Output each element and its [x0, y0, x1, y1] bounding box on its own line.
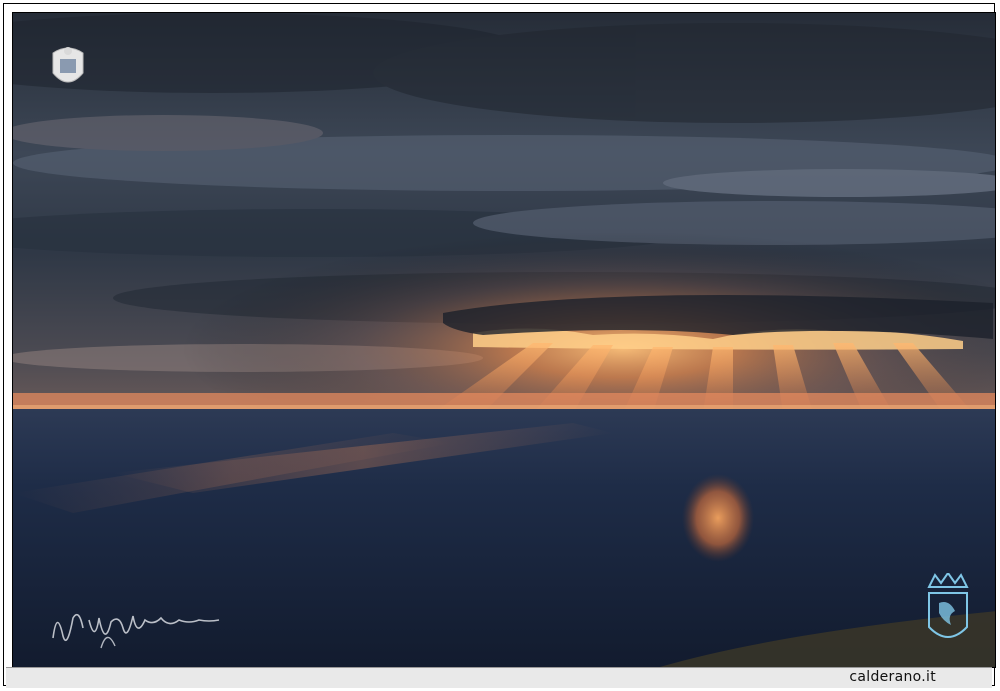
coat-of-arms-icon: [927, 573, 969, 638]
handwritten-signature: [52, 613, 220, 649]
crest-emblem-icon: [52, 47, 84, 83]
image-frame: [3, 3, 996, 686]
footer-bar: calderano.it: [6, 667, 992, 688]
sunset-photo: [12, 12, 996, 668]
site-credit-label: calderano.it: [849, 669, 936, 685]
